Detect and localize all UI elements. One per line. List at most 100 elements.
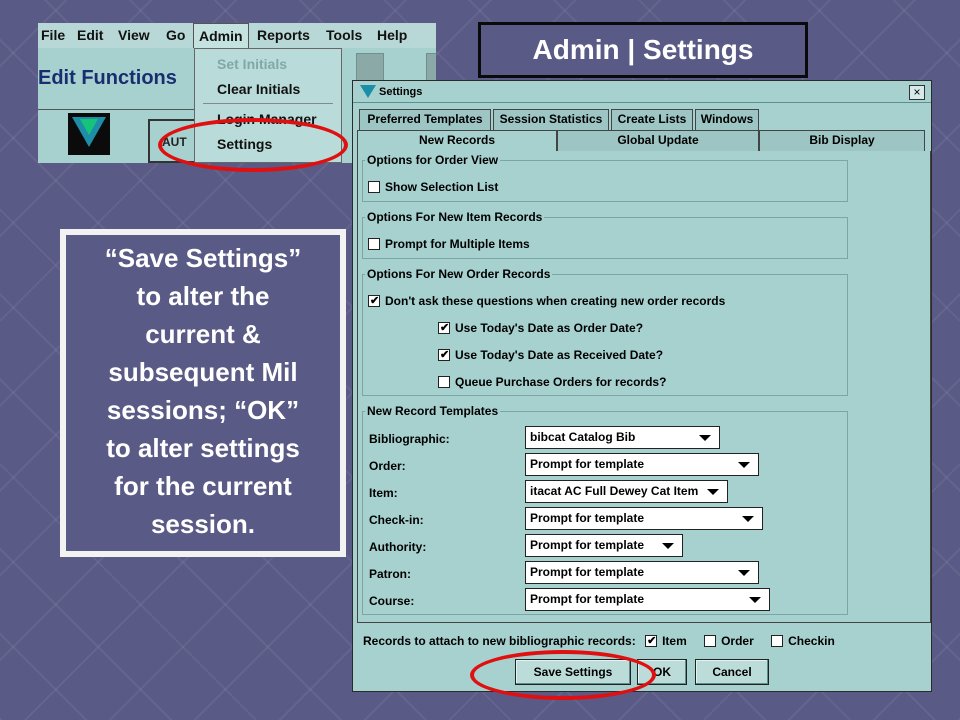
menu-tools[interactable]: Tools <box>326 27 362 43</box>
group-order-view: Options for Order View Show Selection Li… <box>362 153 848 202</box>
menu-file[interactable]: File <box>41 27 65 43</box>
template-select-course[interactable]: Prompt for template <box>525 588 770 611</box>
template-select-bibliographic[interactable]: bibcat Catalog Bib <box>525 426 720 449</box>
app-logo-icon <box>68 113 110 155</box>
prompt-multiple-items-checkbox[interactable]: Prompt for Multiple Items <box>368 237 530 251</box>
checkbox-label: Use Today's Date as Order Date? <box>455 321 644 335</box>
template-select-authority[interactable]: Prompt for template <box>525 534 683 557</box>
menu-edit[interactable]: Edit <box>77 27 103 43</box>
template-label-bibliographic: Bibliographic: <box>369 432 450 446</box>
todays-received-date-checkbox[interactable]: Use Today's Date as Received Date? <box>438 348 663 362</box>
chevron-down-icon <box>738 462 750 468</box>
tab-new-records[interactable]: New Records <box>357 130 557 151</box>
checkbox-box[interactable] <box>438 348 450 361</box>
checkbox-label: Don't ask these questions when creating … <box>385 294 726 308</box>
template-label-course: Course: <box>369 594 415 608</box>
callout-line: to alter the <box>136 281 270 311</box>
callout-line: to alter settings <box>106 433 300 463</box>
checkbox-label: Order <box>721 634 754 648</box>
checkbox-box[interactable] <box>368 238 380 250</box>
settings-dialog: Settings × Preferred Templates Session S… <box>352 80 932 692</box>
chevron-down-icon <box>749 597 761 603</box>
highlight-oval-settings <box>158 118 348 172</box>
template-label-check-in: Check-in: <box>369 513 424 527</box>
dialog-title: Settings <box>379 86 423 98</box>
template-select-patron[interactable]: Prompt for template <box>525 561 759 584</box>
highlight-oval-save-settings <box>470 650 656 700</box>
group-new-record-templates: New Record Templates Bibliographic: bibc… <box>362 404 848 615</box>
app-logo-icon <box>360 85 376 98</box>
template-select-order[interactable]: Prompt for template <box>525 453 759 476</box>
attach-checkin-checkbox[interactable] <box>771 635 784 647</box>
attach-item-checkbox[interactable] <box>645 634 658 647</box>
dialog-titlebar[interactable]: Settings × <box>353 81 931 103</box>
checkbox-label: Prompt for Multiple Items <box>385 237 530 251</box>
attach-records-label: Records to attach to new bibliographic r… <box>363 634 636 648</box>
template-label-patron: Patron: <box>369 567 411 581</box>
tab-bib-display[interactable]: Bib Display <box>759 130 925 151</box>
checkbox-box[interactable] <box>368 181 380 193</box>
tab-panel-new-records: Options for Order View Show Selection Li… <box>357 151 931 623</box>
menu-item-set-initials[interactable]: Set Initials <box>217 56 287 72</box>
group-label: Options For New Order Records <box>365 267 553 281</box>
attach-records-row: Records to attach to new bibliographic r… <box>363 634 835 648</box>
checkbox-box[interactable] <box>438 376 450 388</box>
select-value: Prompt for template <box>530 592 645 606</box>
callout-line: for the current <box>114 471 292 501</box>
attach-order-checkbox[interactable] <box>704 635 717 647</box>
menu-item-clear-initials[interactable]: Clear Initials <box>217 81 300 97</box>
tab-preferred-templates[interactable]: Preferred Templates <box>359 109 491 130</box>
tab-global-update[interactable]: Global Update <box>557 130 759 151</box>
checkbox-label: Item <box>662 634 687 648</box>
cancel-button[interactable]: Cancel <box>695 659 769 685</box>
group-new-order-records: Options For New Order Records Don't ask … <box>362 267 848 396</box>
group-label: New Record Templates <box>365 404 501 418</box>
checkbox-label: Show Selection List <box>385 180 499 194</box>
checkbox-box[interactable] <box>438 321 450 334</box>
tab-windows[interactable]: Windows <box>695 109 759 130</box>
callout-box: “Save Settings” to alter the current & s… <box>60 229 346 557</box>
callout-line: subsequent Mil <box>108 357 298 387</box>
group-label: Options for Order View <box>365 153 501 167</box>
chevron-down-icon <box>662 543 674 549</box>
queue-purchase-orders-checkbox[interactable]: Queue Purchase Orders for records? <box>438 375 666 389</box>
menu-separator <box>203 103 333 104</box>
callout-line: “Save Settings” <box>104 243 302 273</box>
template-select-check-in[interactable]: Prompt for template <box>525 507 763 530</box>
chevron-down-icon <box>738 570 750 576</box>
group-new-item-records: Options For New Item Records Prompt for … <box>362 210 848 259</box>
chevron-down-icon <box>707 489 719 495</box>
template-label-item: Item: <box>369 486 398 500</box>
callout-line: session. <box>150 509 256 539</box>
template-select-item[interactable]: itacat AC Full Dewey Cat Item <box>525 480 728 503</box>
show-selection-list-checkbox[interactable]: Show Selection List <box>368 180 498 194</box>
select-value: bibcat Catalog Bib <box>530 430 636 444</box>
select-value: itacat AC Full Dewey Cat Item <box>530 484 699 498</box>
template-label-authority: Authority: <box>369 540 427 554</box>
slide-title: Admin | Settings <box>478 22 808 78</box>
chevron-down-icon <box>699 435 711 441</box>
menu-reports[interactable]: Reports <box>257 27 310 43</box>
callout-line: current & <box>145 319 261 349</box>
chevron-down-icon <box>742 516 754 522</box>
select-value: Prompt for template <box>530 538 645 552</box>
callout-line: sessions; “OK” <box>106 395 300 425</box>
tab-session-statistics[interactable]: Session Statistics <box>493 109 609 130</box>
menu-go[interactable]: Go <box>166 27 185 43</box>
checkbox-label: Queue Purchase Orders for records? <box>455 375 667 389</box>
checkbox-label: Use Today's Date as Received Date? <box>455 348 664 362</box>
menubar: File Edit View Go Admin Reports Tools He… <box>38 23 436 48</box>
divider <box>38 109 198 110</box>
panel-title: Edit Functions <box>38 67 177 89</box>
select-value: Prompt for template <box>530 565 645 579</box>
tab-create-lists[interactable]: Create Lists <box>611 109 693 130</box>
template-label-order: Order: <box>369 459 406 473</box>
todays-order-date-checkbox[interactable]: Use Today's Date as Order Date? <box>438 321 643 335</box>
close-icon[interactable]: × <box>909 85 925 100</box>
menu-view[interactable]: View <box>118 27 150 43</box>
menu-admin[interactable]: Admin <box>193 23 249 48</box>
dont-ask-checkbox[interactable]: Don't ask these questions when creating … <box>368 294 725 308</box>
select-value: Prompt for template <box>530 457 645 471</box>
checkbox-box[interactable] <box>368 294 380 307</box>
menu-help[interactable]: Help <box>377 27 407 43</box>
